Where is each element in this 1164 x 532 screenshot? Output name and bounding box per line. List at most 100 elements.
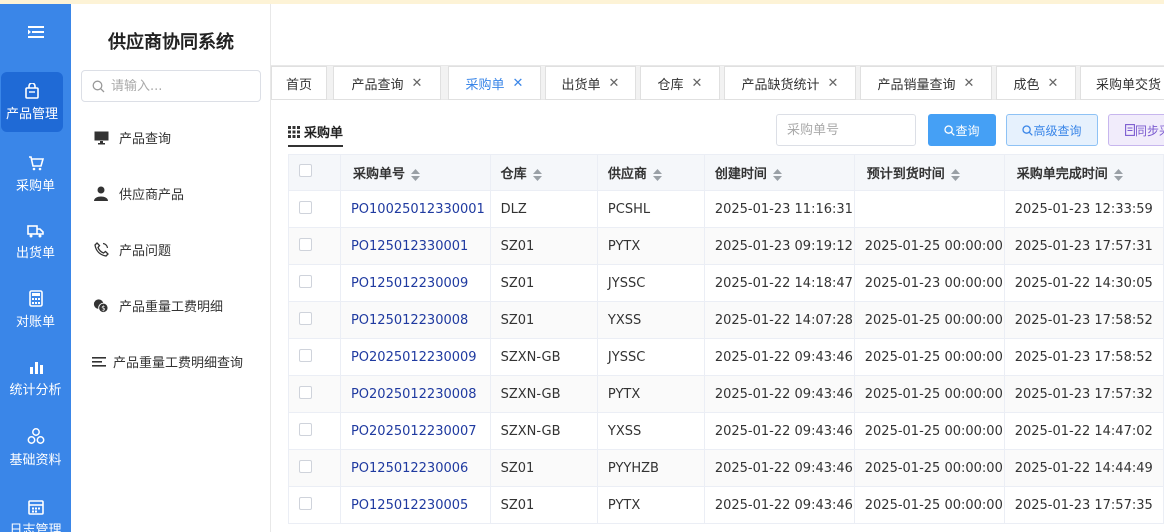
tab-label: 采购单: [465, 77, 505, 93]
close-icon[interactable]: ✕: [828, 76, 839, 91]
po-number-cell[interactable]: PO125012230006: [339, 449, 491, 487]
menu-item-product-issue[interactable]: 产品问题: [93, 240, 171, 259]
sort-icon[interactable]: [532, 168, 542, 181]
close-icon[interactable]: ✕: [692, 76, 703, 91]
column-header[interactable]: 创建时间: [703, 154, 855, 191]
row-select-cell: [288, 449, 341, 487]
column-header[interactable]: 供应商: [596, 154, 705, 191]
po-number-cell[interactable]: PO125012230005: [339, 486, 491, 524]
row-select-cell: [288, 375, 341, 413]
table-row[interactable]: PO2025012230007 SZXN-GB YXSS 2025-01-22 09:…: [288, 412, 1164, 450]
column-header[interactable]: 采购单号: [339, 154, 491, 191]
row-checkbox[interactable]: [299, 274, 312, 288]
row-checkbox[interactable]: [299, 459, 312, 473]
close-icon[interactable]: ✕: [513, 76, 524, 91]
tab-warehouse[interactable]: 仓库 ✕: [640, 66, 720, 100]
created-time-cell: 2025-01-22 09:43:46: [703, 338, 855, 376]
tab-stockout-stats[interactable]: 产品缺货统计 ✕: [724, 66, 856, 100]
table-row[interactable]: PO125012330001 SZ01 PYTX 2025-01-23 09:19:1…: [288, 227, 1164, 265]
sync-button[interactable]: 同步采: [1108, 114, 1164, 146]
table-row[interactable]: PO125012230008 SZ01 YXSS 2025-01-22 14:07:2…: [288, 301, 1164, 339]
eta-cell: [853, 190, 1005, 228]
menu-item-weight-fee-query[interactable]: 产品重量工费明细查询: [91, 352, 243, 371]
sync-button-label: 同步采: [1135, 123, 1164, 138]
tab-product-query[interactable]: 产品查询 ✕: [333, 66, 441, 100]
eta-cell: 2025-01-25 00:00:00: [853, 486, 1005, 524]
eta-cell: 2025-01-23 00:00:00: [853, 264, 1005, 302]
tab-po-delivery[interactable]: 采购单交货: [1080, 66, 1164, 100]
tab-shipment[interactable]: 出货单 ✕: [545, 66, 636, 100]
eta-cell: 2025-01-25 00:00:00: [853, 338, 1005, 376]
menu-item-supplier-product[interactable]: 供应商产品: [93, 184, 184, 203]
rail-item-shipment[interactable]: 出货单: [0, 212, 71, 272]
close-icon[interactable]: ✕: [412, 76, 423, 91]
tab-fineness[interactable]: 成色 ✕: [996, 66, 1076, 100]
document-icon: [1125, 124, 1135, 136]
row-checkbox[interactable]: [299, 311, 312, 325]
sort-icon[interactable]: [772, 168, 782, 181]
po-number-cell[interactable]: PO2025012230007: [339, 412, 491, 450]
menu-search-input[interactable]: [111, 78, 251, 94]
query-button[interactable]: 查询: [928, 114, 996, 146]
row-checkbox[interactable]: [299, 385, 312, 399]
sort-icon[interactable]: [1113, 168, 1123, 181]
column-header[interactable]: 仓库: [489, 154, 598, 191]
rail-item-statement[interactable]: 对账单: [0, 280, 71, 340]
table-row[interactable]: PO125012230006 SZ01 PYYHZB 2025-01-22 09:43…: [288, 449, 1164, 487]
row-checkbox[interactable]: [299, 422, 312, 436]
rail-item-label: 日志管理: [9, 522, 62, 532]
tab-purchase-order[interactable]: 采购单 ✕: [448, 66, 541, 100]
created-time-cell: 2025-01-22 09:43:46: [703, 449, 855, 487]
row-checkbox[interactable]: [299, 200, 312, 214]
table-row[interactable]: PO125012230005 SZ01 PYTX 2025-01-22 09:43:4…: [288, 486, 1164, 524]
row-select-cell: [288, 301, 341, 339]
po-number-cell[interactable]: PO125012230008: [339, 301, 491, 339]
tab-label: 首页: [285, 77, 312, 93]
tab-label: 产品销量查询: [877, 77, 956, 93]
rail-item-statistics[interactable]: 统计分析: [0, 348, 71, 408]
tab-label: 仓库: [657, 77, 684, 93]
table-row[interactable]: PO125012230009 SZ01 JYSSC 2025-01-22 14:18:…: [288, 264, 1164, 302]
rail-item-label: 基础资料: [9, 453, 62, 468]
po-number-cell[interactable]: PO2025012230009: [339, 338, 491, 376]
rail-item-product[interactable]: 产品管理: [1, 72, 63, 132]
menu-icon: [27, 26, 44, 38]
close-icon[interactable]: ✕: [609, 76, 620, 91]
column-header[interactable]: 预计到货时间: [853, 154, 1005, 191]
table-row[interactable]: PO2025012230009 SZXN-GB JYSSC 2025-01-22 09…: [288, 338, 1164, 376]
table-row[interactable]: PO2025012230008 SZXN-GB PYTX 2025-01-22 09:…: [288, 375, 1164, 413]
rail-item-basic-data[interactable]: 基础资料: [0, 418, 71, 478]
created-time-cell: 2025-01-22 09:43:46: [703, 412, 855, 450]
column-header[interactable]: 采购单完成时间: [1003, 154, 1164, 191]
menu-toggle-button[interactable]: [0, 4, 71, 60]
row-checkbox[interactable]: [299, 237, 312, 251]
menu-item-label: 产品查询: [119, 132, 172, 147]
po-number-cell[interactable]: PO125012230009: [339, 264, 491, 302]
row-checkbox[interactable]: [299, 496, 312, 510]
row-select-cell: [288, 190, 341, 228]
po-number-cell[interactable]: PO2025012230008: [339, 375, 491, 413]
table-row[interactable]: PO10025012330001 DLZ PCSHL 2025-01-23 11:16…: [288, 190, 1164, 228]
sort-icon[interactable]: [410, 168, 420, 181]
rail-item-purchase[interactable]: 采购单: [0, 144, 71, 204]
po-number-cell[interactable]: PO125012330001: [339, 227, 491, 265]
menu-item-weight-fee-detail[interactable]: $ 产品重量工费明细: [93, 296, 223, 315]
sort-icon[interactable]: [652, 168, 662, 181]
close-icon[interactable]: ✕: [1048, 76, 1059, 91]
created-time-cell: 2025-01-22 09:43:46: [703, 486, 855, 524]
advanced-query-button[interactable]: 高级查询: [1006, 114, 1098, 146]
rail-item-logs[interactable]: 日志管理: [0, 488, 71, 532]
sort-icon[interactable]: [950, 168, 960, 181]
po-number-cell[interactable]: PO10025012330001: [339, 190, 491, 228]
select-all-checkbox[interactable]: [299, 164, 312, 177]
menu-search-box[interactable]: [81, 70, 261, 102]
tab-sales-query[interactable]: 产品销量查询 ✕: [860, 66, 992, 100]
menu-item-product-query[interactable]: 产品查询: [93, 128, 171, 147]
grid-icon: [288, 125, 300, 138]
po-number-input[interactable]: [776, 114, 916, 146]
warehouse-cell: SZXN-GB: [489, 338, 598, 376]
tab-home[interactable]: 首页: [271, 66, 327, 100]
close-icon[interactable]: ✕: [964, 76, 975, 91]
row-checkbox[interactable]: [299, 348, 312, 362]
completed-time-cell: 2025-01-23 17:58:52: [1003, 338, 1164, 376]
